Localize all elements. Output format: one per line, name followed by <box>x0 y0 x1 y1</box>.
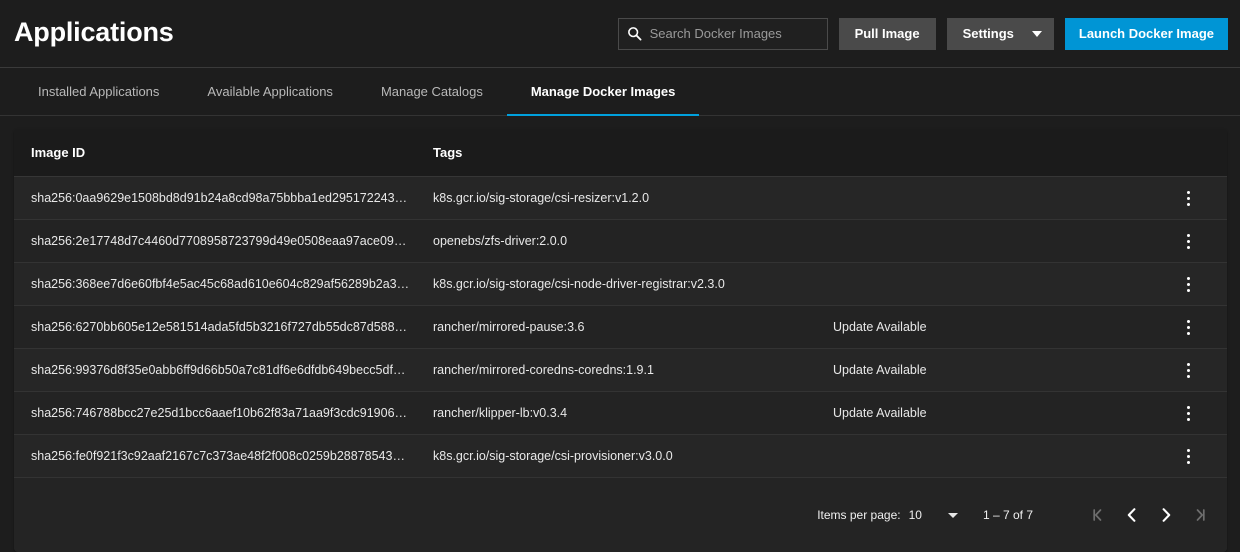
last-page-icon[interactable] <box>1183 498 1217 532</box>
chevron-down-icon <box>948 513 958 518</box>
tab-manage-catalogs[interactable]: Manage Catalogs <box>357 68 507 115</box>
table-row[interactable]: sha256:368ee7d6e60fbf4e5ac45c68ad610e604… <box>14 263 1227 306</box>
table-row[interactable]: sha256:fe0f921f3c92aaf2167c7c373ae48f2f0… <box>14 435 1227 478</box>
table-row[interactable]: sha256:6270bb605e12e581514ada5fd5b3216f7… <box>14 306 1227 349</box>
cell-update-status: Update Available <box>833 406 927 420</box>
applications-page: Applications Pull Image Settings Launch … <box>0 0 1240 552</box>
first-page-icon[interactable] <box>1081 498 1115 532</box>
paginator: Items per page: 10 1 – 7 of 7 <box>14 478 1227 552</box>
cell-image-id: sha256:746788bcc27e25d1bcc6aaef10b62f83a… <box>31 406 429 420</box>
content-area: Image ID Tags sha256:0aa9629e1508bd8d91b… <box>0 116 1240 552</box>
header-actions: Pull Image Settings Launch Docker Image <box>618 18 1228 50</box>
cell-tags: rancher/mirrored-pause:3.6 <box>433 320 829 334</box>
pull-image-button[interactable]: Pull Image <box>839 18 936 50</box>
tab-manage-docker-images[interactable]: Manage Docker Images <box>507 68 700 115</box>
cell-update-status: Update Available <box>833 363 927 377</box>
cell-tags: k8s.gcr.io/sig-storage/csi-resizer:v1.2.… <box>433 191 829 205</box>
table-row[interactable]: sha256:0aa9629e1508bd8d91b24a8cd98a75bbb… <box>14 177 1227 220</box>
search-icon <box>627 26 642 41</box>
search-box[interactable] <box>618 18 828 50</box>
more-vert-icon[interactable] <box>1175 398 1201 428</box>
page-title: Applications <box>14 19 174 48</box>
items-per-page-value: 10 <box>909 508 922 522</box>
more-vert-icon[interactable] <box>1175 226 1201 256</box>
docker-images-card: Image ID Tags sha256:0aa9629e1508bd8d91b… <box>14 129 1227 552</box>
cell-tags: k8s.gcr.io/sig-storage/csi-provisioner:v… <box>433 449 829 463</box>
cell-tags: openebs/zfs-driver:2.0.0 <box>433 234 829 248</box>
chevron-left-icon[interactable] <box>1115 498 1149 532</box>
docker-images-table: Image ID Tags sha256:0aa9629e1508bd8d91b… <box>14 129 1227 478</box>
cell-image-id: sha256:2e17748d7c4460d7708958723799d49e0… <box>31 234 429 248</box>
settings-button[interactable]: Settings <box>947 18 1054 50</box>
column-header-tags: Tags <box>429 145 829 160</box>
search-input[interactable] <box>650 26 826 41</box>
table-row[interactable]: sha256:2e17748d7c4460d7708958723799d49e0… <box>14 220 1227 263</box>
page-range-label: 1 – 7 of 7 <box>983 508 1033 522</box>
cell-tags: rancher/klipper-lb:v0.3.4 <box>433 406 829 420</box>
more-vert-icon[interactable] <box>1175 183 1201 213</box>
cell-update-status: Update Available <box>833 320 927 334</box>
items-per-page-label: Items per page: <box>817 508 900 522</box>
table-header-row: Image ID Tags <box>14 129 1227 177</box>
cell-image-id: sha256:6270bb605e12e581514ada5fd5b3216f7… <box>31 320 429 334</box>
column-header-image-id: Image ID <box>14 145 429 160</box>
launch-docker-image-button[interactable]: Launch Docker Image <box>1065 18 1228 50</box>
page-header: Applications Pull Image Settings Launch … <box>0 0 1240 68</box>
more-vert-icon[interactable] <box>1175 355 1201 385</box>
tab-available-applications[interactable]: Available Applications <box>183 68 357 115</box>
table-row[interactable]: sha256:746788bcc27e25d1bcc6aaef10b62f83a… <box>14 392 1227 435</box>
more-vert-icon[interactable] <box>1175 269 1201 299</box>
tab-bar: Installed Applications Available Applica… <box>0 68 1240 116</box>
items-per-page-select[interactable]: 10 <box>909 508 958 522</box>
cell-image-id: sha256:fe0f921f3c92aaf2167c7c373ae48f2f0… <box>31 449 429 463</box>
chevron-down-icon <box>1032 31 1042 37</box>
more-vert-icon[interactable] <box>1175 312 1201 342</box>
cell-tags: rancher/mirrored-coredns-coredns:1.9.1 <box>433 363 829 377</box>
table-row[interactable]: sha256:99376d8f35e0abb6ff9d66b50a7c81df6… <box>14 349 1227 392</box>
settings-button-label: Settings <box>963 26 1014 41</box>
tab-installed-applications[interactable]: Installed Applications <box>14 68 183 115</box>
cell-image-id: sha256:99376d8f35e0abb6ff9d66b50a7c81df6… <box>31 363 429 377</box>
more-vert-icon[interactable] <box>1175 441 1201 471</box>
cell-image-id: sha256:368ee7d6e60fbf4e5ac45c68ad610e604… <box>31 277 429 291</box>
cell-tags: k8s.gcr.io/sig-storage/csi-node-driver-r… <box>433 277 829 291</box>
chevron-right-icon[interactable] <box>1149 498 1183 532</box>
cell-image-id: sha256:0aa9629e1508bd8d91b24a8cd98a75bbb… <box>31 191 429 205</box>
